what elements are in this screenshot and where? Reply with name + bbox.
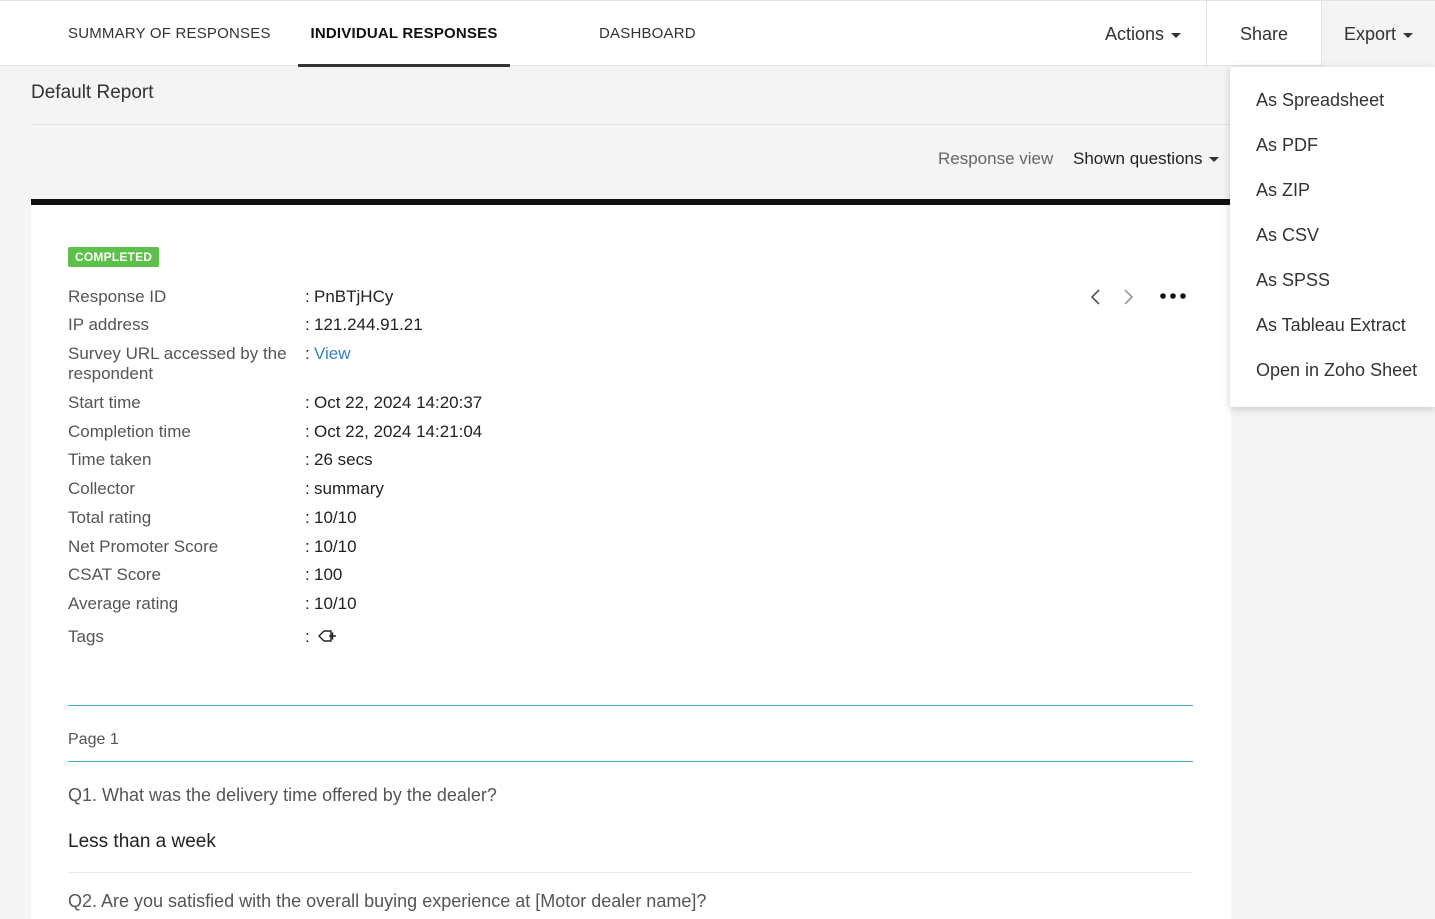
- meta-colon: :: [305, 594, 310, 613]
- share-label: Share: [1239, 24, 1289, 44]
- meta-row-start-time: Start time : Oct 22, 2024 14:20:37: [68, 393, 482, 413]
- meta-label: Average rating: [68, 594, 179, 613]
- meta-value: 26 secs: [314, 450, 373, 469]
- meta-colon: :: [305, 479, 310, 498]
- meta-row-survey-url: Survey URL accessed by the respondent : …: [68, 344, 351, 384]
- tab-label: INDIVIDUAL RESPONSES: [310, 25, 498, 42]
- meta-label: Response ID: [68, 287, 167, 306]
- meta-colon: :: [305, 537, 310, 556]
- meta-colon: :: [305, 287, 310, 306]
- chevron-right-icon: [1124, 289, 1134, 305]
- meta-row-time-taken: Time taken : 26 secs: [68, 450, 373, 470]
- actions-label: Actions: [1104, 24, 1165, 44]
- active-tab-indicator: [298, 64, 510, 67]
- actions-button[interactable]: Actions: [1080, 1, 1206, 67]
- add-tag-icon: [318, 630, 336, 642]
- meta-row-nps: Net Promoter Score : 10/10: [68, 537, 357, 557]
- meta-label: Survey URL accessed by the respondent: [68, 344, 287, 383]
- tab-summary-of-responses[interactable]: SUMMARY OF RESPONSES: [68, 1, 271, 67]
- meta-colon: :: [305, 508, 310, 527]
- meta-value: 121.244.91.21: [314, 315, 423, 334]
- meta-label: CSAT Score: [68, 565, 161, 584]
- meta-label: Start time: [68, 393, 141, 412]
- meta-colon: :: [305, 315, 310, 334]
- meta-value: PnBTjHCy: [314, 287, 394, 306]
- export-as-tableau-extract[interactable]: As Tableau Extract: [1256, 315, 1406, 336]
- tab-label: DASHBOARD: [599, 25, 696, 42]
- answer-text: Less than a week: [68, 831, 216, 852]
- response-card: COMPLETED Response ID : PnBTjHCy IP addr…: [31, 199, 1231, 919]
- export-as-csv[interactable]: As CSV: [1256, 225, 1319, 246]
- response-view-selected: Shown questions: [1073, 149, 1203, 168]
- response-view-select[interactable]: Shown questions: [1073, 149, 1220, 169]
- add-tag-button[interactable]: [318, 628, 338, 649]
- status-badge: COMPLETED: [68, 247, 160, 267]
- export-dropdown-menu: As Spreadsheet As PDF As ZIP As CSV As S…: [1230, 67, 1435, 407]
- previous-response-button[interactable]: [1086, 287, 1106, 307]
- response-view-label: Response view: [938, 149, 1054, 168]
- page-divider-bottom: [68, 761, 1193, 762]
- export-as-pdf[interactable]: As PDF: [1256, 135, 1318, 156]
- export-as-spreadsheet[interactable]: As Spreadsheet: [1256, 90, 1384, 111]
- meta-value: 10/10: [314, 537, 357, 556]
- question-text: Q2. Are you satisfied with the overall b…: [68, 891, 707, 911]
- meta-row-ip-address: IP address : 121.244.91.21: [68, 315, 423, 335]
- meta-value: summary: [314, 479, 384, 498]
- meta-colon: :: [305, 450, 310, 469]
- meta-label: Total rating: [68, 508, 152, 527]
- page-divider-top: [68, 705, 1193, 706]
- meta-colon: :: [305, 344, 310, 363]
- chevron-left-icon: [1090, 289, 1100, 305]
- top-navigation-bar: SUMMARY OF RESPONSES INDIVIDUAL RESPONSE…: [0, 0, 1435, 67]
- tab-dashboard[interactable]: DASHBOARD: [599, 1, 696, 67]
- meta-label: Time taken: [68, 450, 152, 469]
- meta-colon: :: [305, 393, 310, 412]
- meta-colon: :: [305, 627, 310, 646]
- question-text: Q1. What was the delivery time offered b…: [68, 785, 497, 805]
- meta-row-csat: CSAT Score : 100: [68, 565, 342, 585]
- meta-row-response-id: Response ID : PnBTjHCy: [68, 287, 393, 307]
- meta-value: 10/10: [314, 594, 357, 613]
- chevron-down-icon: [1209, 157, 1220, 163]
- header-divider: [31, 124, 1231, 125]
- export-as-spss[interactable]: As SPSS: [1256, 270, 1330, 291]
- meta-label: Collector: [68, 479, 136, 498]
- meta-row-completion-time: Completion time : Oct 22, 2024 14:21:04: [68, 422, 482, 442]
- meta-value: Oct 22, 2024 14:21:04: [314, 422, 483, 441]
- chevron-down-icon: [1403, 32, 1414, 38]
- question-divider: [68, 872, 1193, 873]
- tab-individual-responses[interactable]: INDIVIDUAL RESPONSES: [298, 1, 510, 67]
- report-title: Default Report: [31, 82, 154, 103]
- meta-row-total-rating: Total rating : 10/10: [68, 508, 357, 528]
- more-options-button[interactable]: [1159, 289, 1187, 305]
- page-label: Page 1: [68, 731, 119, 748]
- meta-label: IP address: [68, 315, 149, 334]
- meta-label: Completion time: [68, 422, 191, 441]
- open-in-zoho-sheet[interactable]: Open in Zoho Sheet: [1256, 360, 1417, 381]
- share-button[interactable]: Share: [1206, 1, 1321, 67]
- meta-colon: :: [305, 565, 310, 584]
- export-label: Export: [1343, 24, 1397, 44]
- tab-label: SUMMARY OF RESPONSES: [68, 25, 271, 42]
- chevron-down-icon: [1171, 32, 1182, 38]
- meta-value: 10/10: [314, 508, 357, 527]
- meta-row-tags: Tags :: [68, 627, 336, 647]
- meta-label: Tags: [68, 627, 104, 646]
- export-as-zip[interactable]: As ZIP: [1256, 180, 1310, 201]
- meta-label: Net Promoter Score: [68, 537, 219, 556]
- meta-row-collector: Collector : summary: [68, 479, 384, 499]
- view-url-link[interactable]: View: [314, 344, 351, 364]
- next-response-button[interactable]: [1118, 287, 1138, 307]
- meta-colon: :: [305, 422, 310, 441]
- export-button[interactable]: Export: [1321, 1, 1435, 67]
- more-horizontal-icon: [1160, 293, 1186, 299]
- meta-row-average-rating: Average rating : 10/10: [68, 594, 357, 614]
- meta-value: Oct 22, 2024 14:20:37: [314, 393, 483, 412]
- meta-value: 100: [314, 565, 343, 584]
